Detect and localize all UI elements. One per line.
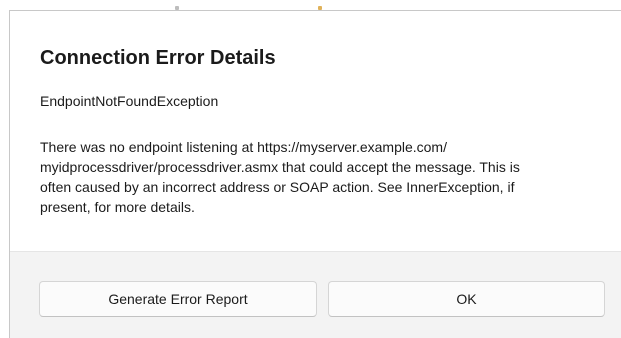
error-message-line: often caused by an incorrect address or …: [40, 179, 515, 195]
generate-error-report-button[interactable]: Generate Error Report: [39, 281, 317, 317]
dialog-title: Connection Error Details: [40, 47, 276, 69]
background-window-edge: [0, 0, 621, 10]
dialog-content: Connection Error Details EndpointNotFoun…: [10, 11, 621, 251]
dialog-footer: Generate Error Report OK: [10, 251, 621, 338]
ok-button[interactable]: OK: [328, 281, 605, 317]
error-message: There was no endpoint listening at https…: [40, 137, 600, 217]
connection-error-dialog: Connection Error Details EndpointNotFoun…: [9, 10, 621, 338]
error-message-line: present, for more details.: [40, 199, 195, 215]
exception-type-label: EndpointNotFoundException: [40, 93, 219, 109]
error-message-line: There was no endpoint listening at https…: [40, 139, 447, 155]
error-message-line: myidprocessdriver/processdriver.asmx tha…: [40, 159, 520, 175]
